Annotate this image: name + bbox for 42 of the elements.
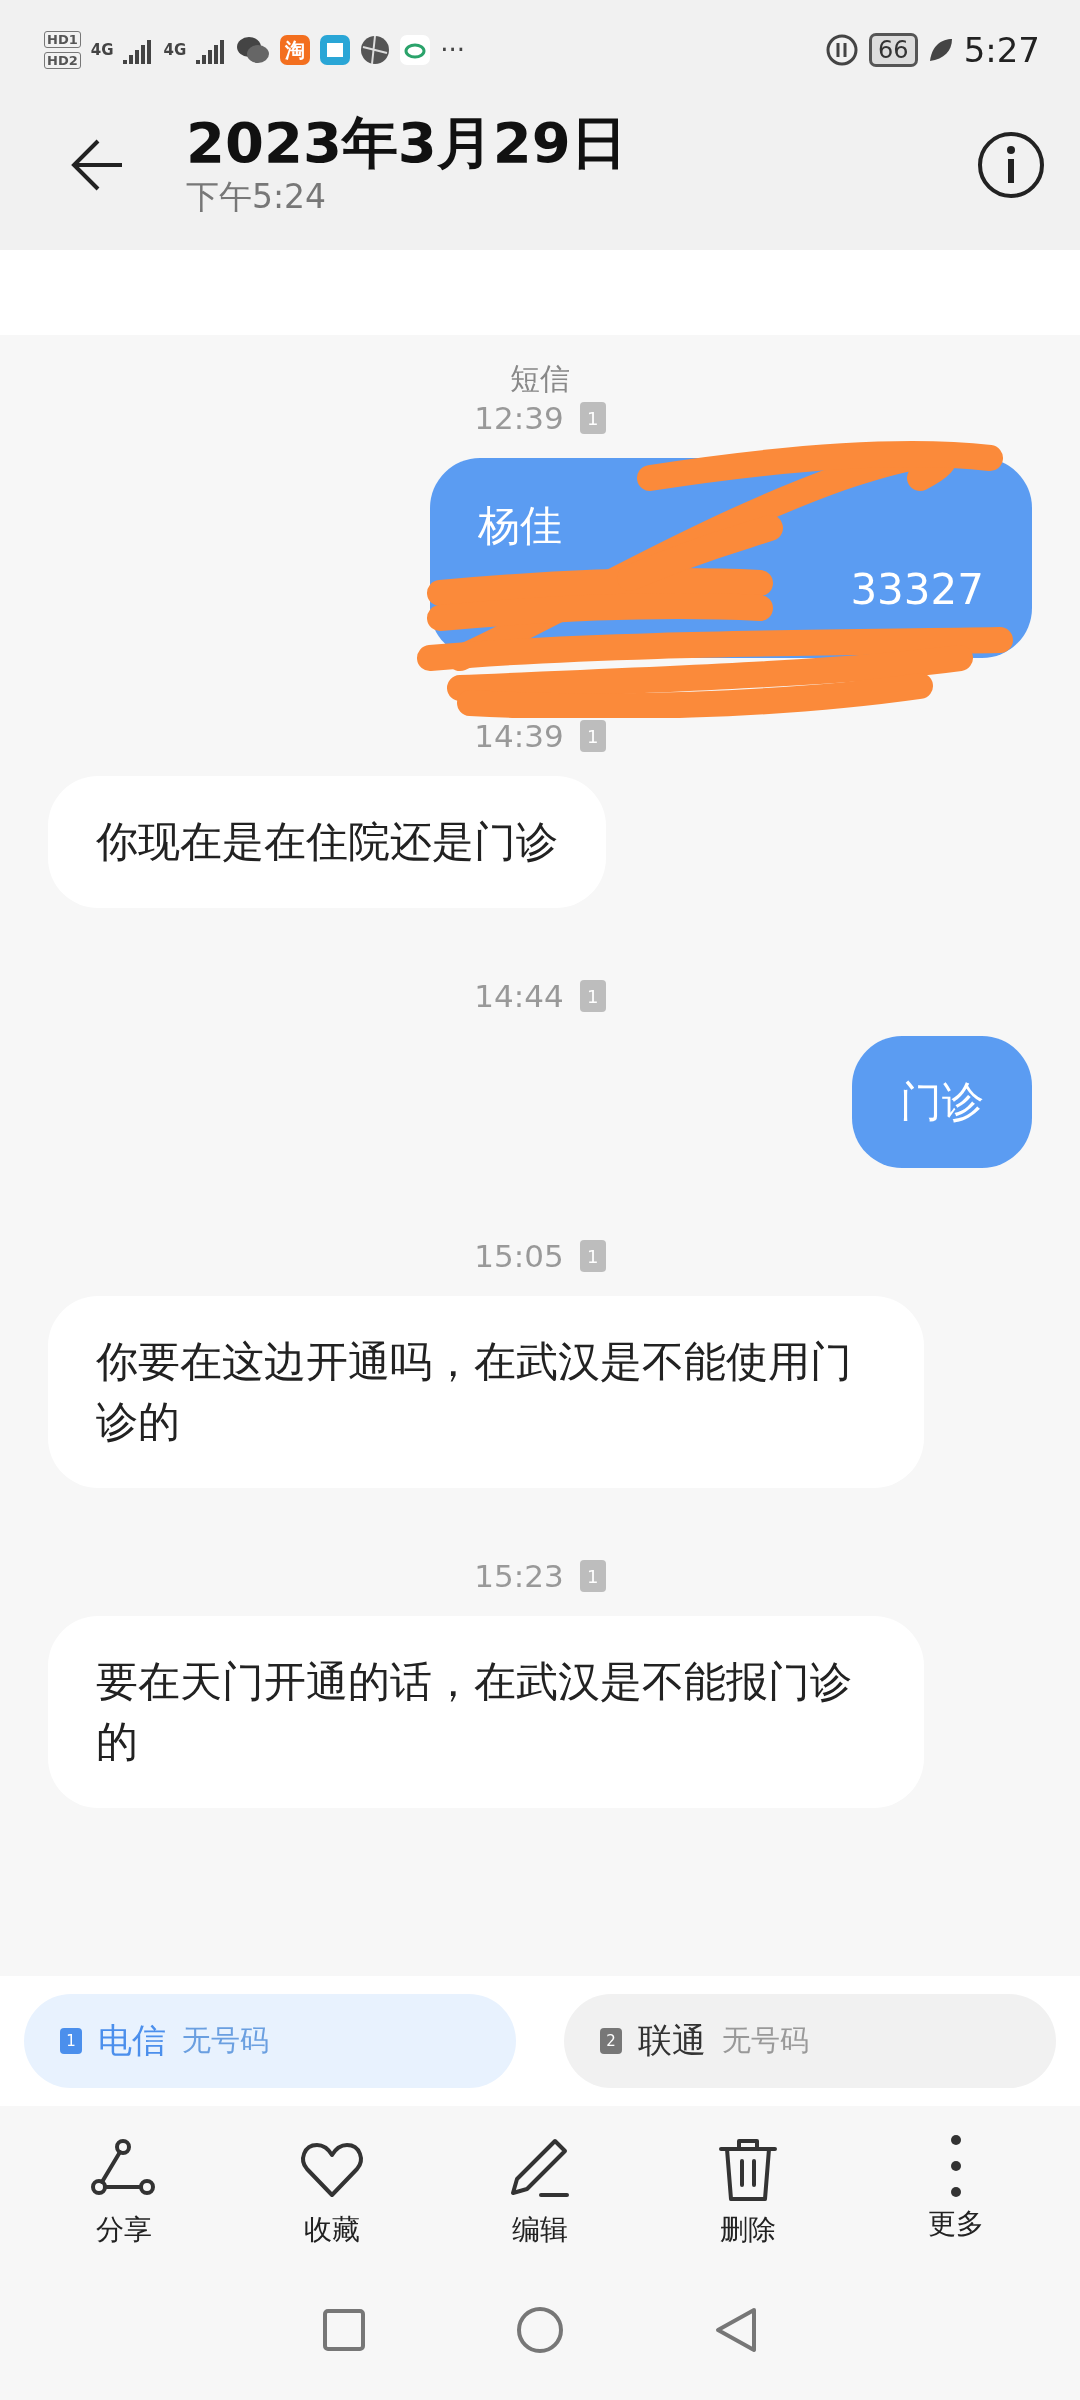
more-icon xyxy=(950,2135,962,2199)
carrier-icon xyxy=(400,35,431,65)
channel-label: 短信 xyxy=(510,360,570,398)
sim-tag: 1 xyxy=(579,1560,606,1592)
sent-message: 门诊 xyxy=(852,1036,1032,1168)
message-time: 14:44 xyxy=(474,978,564,1014)
info-icon[interactable] xyxy=(976,130,1046,200)
message-time: 14:39 xyxy=(474,718,564,754)
received-message: 要在天门开通的话，在武汉是不能报门诊的 xyxy=(48,1616,924,1808)
favorite-button[interactable]: 收藏 xyxy=(262,2134,402,2250)
message-time: 15:23 xyxy=(474,1558,564,1594)
sim-button[interactable]: 2 联通 无号码 xyxy=(564,1994,1056,2088)
share-button[interactable]: 分享 xyxy=(54,2134,194,2250)
delete-button[interactable]: 删除 xyxy=(678,2134,818,2250)
globe-icon xyxy=(360,35,391,65)
leaf-icon xyxy=(927,37,954,63)
hd-indicator: HD1 xyxy=(44,31,81,48)
sim-tag: 1 xyxy=(579,1240,606,1272)
chat-icon xyxy=(236,35,271,65)
battery-level: 66 xyxy=(869,33,918,67)
conversation-date: 2023年3月29日 xyxy=(186,110,628,175)
back-nav-icon[interactable] xyxy=(714,2306,758,2354)
app-icon: 淘 xyxy=(280,35,311,65)
more-notifications: ··· xyxy=(440,35,465,65)
received-message: 你要在这边开通吗，在武汉是不能使用门诊的 xyxy=(48,1296,924,1488)
network-label: 4G xyxy=(163,41,187,59)
sim-tag: 1 xyxy=(579,402,606,434)
message-time: 15:05 xyxy=(474,1238,564,1274)
recents-icon[interactable] xyxy=(322,2308,366,2352)
home-icon[interactable] xyxy=(516,2306,564,2354)
hd-indicator: HD2 xyxy=(44,52,81,69)
sim-tag: 1 xyxy=(579,720,606,752)
sim-tag: 1 xyxy=(579,980,606,1012)
status-time: 5:27 xyxy=(963,30,1040,70)
data-saver-icon xyxy=(825,33,860,67)
more-button[interactable]: 更多 xyxy=(886,2134,1026,2250)
received-message: 你现在是在住院还是门诊 xyxy=(48,776,606,908)
message-time: 12:39 xyxy=(474,400,564,436)
conversation-time: 下午5:24 xyxy=(186,175,328,218)
edit-button[interactable]: 编辑 xyxy=(470,2134,610,2250)
network-label: 4G xyxy=(90,41,114,59)
book-icon xyxy=(320,35,351,65)
